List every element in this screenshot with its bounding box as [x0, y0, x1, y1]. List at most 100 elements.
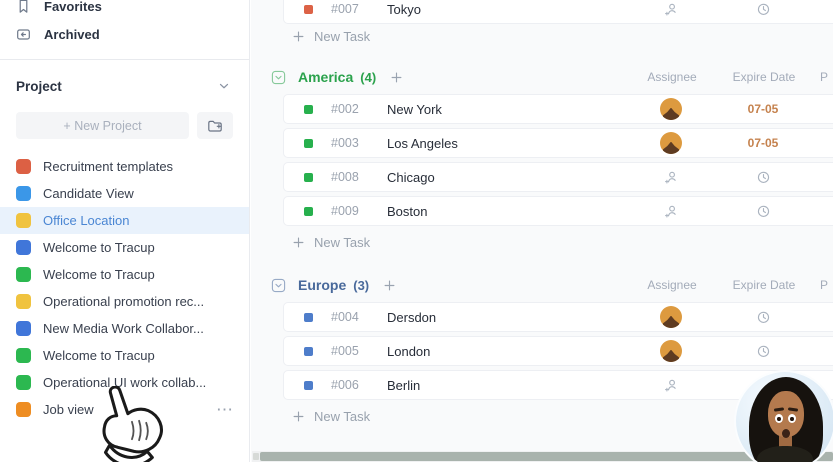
task-row[interactable]: #007 Tokyo	[283, 0, 833, 24]
task-status-square	[304, 313, 313, 322]
new-task-label: New Task	[314, 29, 370, 44]
expire-cell[interactable]	[716, 204, 810, 219]
task-name[interactable]: Boston	[387, 204, 626, 219]
plus-icon	[292, 410, 305, 423]
assignee-avatar	[660, 340, 682, 362]
add-folder-button[interactable]	[197, 112, 233, 139]
new-task-label: New Task	[314, 235, 370, 250]
project-item-selected[interactable]: Office Location	[0, 207, 249, 234]
more-options-icon[interactable]: ⋯	[216, 405, 233, 415]
expire-cell[interactable]	[716, 310, 810, 325]
project-item[interactable]: Candidate View	[0, 180, 249, 207]
project-label: Office Location	[43, 213, 129, 228]
task-name[interactable]: Berlin	[387, 378, 626, 393]
assignee-cell[interactable]	[626, 2, 716, 17]
task-name[interactable]: Chicago	[387, 170, 626, 185]
group-collapse-icon[interactable]	[271, 278, 286, 293]
expire-cell[interactable]	[716, 170, 810, 185]
new-project-button[interactable]: + New Project	[16, 112, 189, 139]
assignee-cell[interactable]	[626, 170, 716, 185]
expire-cell[interactable]: 07-05	[716, 136, 810, 150]
project-item[interactable]: Operational UI work collab...	[0, 369, 249, 396]
task-id: #002	[331, 102, 371, 116]
webcam-overlay-bubble[interactable]	[734, 370, 833, 462]
group-header-america: America (4) Assignee Expire Date P	[251, 66, 833, 88]
group-collapse-icon[interactable]	[271, 70, 286, 85]
project-label: Job view	[43, 402, 94, 417]
task-status-square	[304, 381, 313, 390]
task-status-square	[304, 139, 313, 148]
project-section-header[interactable]: Project	[0, 60, 249, 112]
task-row[interactable]: #002 New York 07-05	[283, 94, 833, 124]
assign-user-icon[interactable]	[664, 204, 679, 219]
assignee-avatar	[660, 98, 682, 120]
project-item[interactable]: Welcome to Tracup	[0, 261, 249, 288]
project-item[interactable]: Welcome to Tracup	[0, 234, 249, 261]
project-item-job-view[interactable]: Job view ⋯	[0, 396, 249, 423]
user-avatar[interactable]	[12, 437, 38, 462]
expire-clock-icon[interactable]	[756, 2, 771, 17]
add-task-icon[interactable]	[390, 71, 403, 84]
scrollbar-corner	[253, 453, 259, 460]
plus-icon	[292, 30, 305, 43]
task-status-square	[304, 207, 313, 216]
project-color-square	[16, 213, 31, 228]
task-name[interactable]: New York	[387, 102, 626, 117]
expire-cell[interactable]	[716, 344, 810, 359]
project-color-square	[16, 294, 31, 309]
group-count: (4)	[360, 70, 376, 85]
column-header-priority: P	[811, 70, 833, 84]
assign-user-icon[interactable]	[664, 2, 679, 17]
chevron-down-icon[interactable]	[217, 79, 231, 93]
task-status-square	[304, 173, 313, 182]
column-header-assignee: Assignee	[627, 278, 717, 292]
group-title[interactable]: Europe	[298, 277, 346, 293]
sidebar-item-archived[interactable]: Archived	[0, 19, 249, 49]
expire-cell[interactable]	[716, 2, 810, 17]
task-status-square	[304, 347, 313, 356]
assign-user-icon[interactable]	[664, 378, 679, 393]
task-id: #003	[331, 136, 371, 150]
expire-clock-icon[interactable]	[756, 170, 771, 185]
folder-plus-icon	[207, 118, 223, 134]
project-color-square	[16, 402, 31, 417]
sidebar: Favorites Archived Project + New Project…	[0, 0, 250, 462]
project-item[interactable]: Welcome to Tracup	[0, 342, 249, 369]
expire-clock-icon[interactable]	[756, 310, 771, 325]
sidebar-item-favorites[interactable]: Favorites	[0, 0, 249, 21]
task-name[interactable]: London	[387, 344, 626, 359]
assign-user-icon[interactable]	[664, 170, 679, 185]
task-row[interactable]: #004 Dersdon	[283, 302, 833, 332]
task-row[interactable]: #003 Los Angeles 07-05	[283, 128, 833, 158]
webcam-person-body	[757, 446, 814, 462]
plus-icon	[292, 236, 305, 249]
group-title[interactable]: America	[298, 69, 353, 85]
new-task-button[interactable]: New Task	[292, 234, 833, 250]
assignee-cell[interactable]	[626, 204, 716, 219]
task-id: #006	[331, 378, 371, 392]
task-row[interactable]: #005 London	[283, 336, 833, 366]
task-row[interactable]: #008 Chicago	[283, 162, 833, 192]
task-name[interactable]: Los Angeles	[387, 136, 626, 151]
assignee-cell[interactable]	[626, 340, 716, 362]
task-name[interactable]: Dersdon	[387, 310, 626, 325]
task-id: #004	[331, 310, 371, 324]
new-task-button[interactable]: New Task	[292, 28, 833, 44]
task-row[interactable]: #009 Boston	[283, 196, 833, 226]
project-item[interactable]: Operational promotion rec...	[0, 288, 249, 315]
assignee-avatar	[660, 306, 682, 328]
expire-cell[interactable]: 07-05	[716, 102, 810, 116]
assignee-cell[interactable]	[626, 132, 716, 154]
assignee-cell[interactable]	[626, 306, 716, 328]
column-header-priority: P	[811, 278, 833, 292]
project-item[interactable]: New Media Work Collabor...	[0, 315, 249, 342]
webcam-person-eye	[775, 414, 783, 423]
assignee-cell[interactable]	[626, 378, 716, 393]
task-name[interactable]: Tokyo	[387, 2, 626, 17]
add-task-icon[interactable]	[383, 279, 396, 292]
project-label: New Media Work Collabor...	[43, 321, 204, 336]
expire-clock-icon[interactable]	[756, 344, 771, 359]
assignee-cell[interactable]	[626, 98, 716, 120]
expire-clock-icon[interactable]	[756, 204, 771, 219]
project-item[interactable]: Recruitment templates	[0, 153, 249, 180]
